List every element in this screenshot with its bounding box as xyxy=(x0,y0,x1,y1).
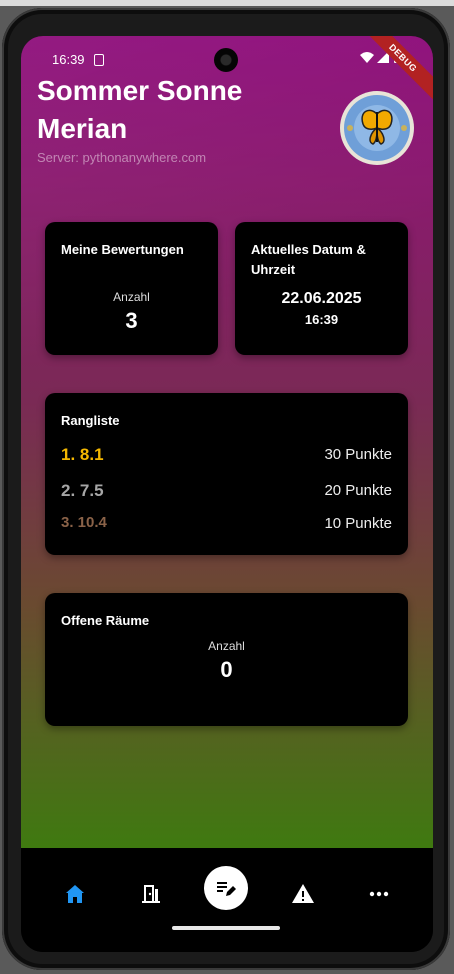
sim-icon xyxy=(94,54,104,66)
phone-frame: 16:39 DEBUG Sommer Sonne Merian Server: … xyxy=(2,8,450,970)
ranking-entry: 1. 8.1 30 Punkte xyxy=(61,445,392,467)
ranking-entry-points: 10 Punkte xyxy=(324,515,392,532)
ratings-card-title: Meine Bewertungen xyxy=(61,242,184,257)
ranking-entry-points: 20 Punkte xyxy=(324,482,392,499)
datetime-card[interactable]: Aktuelles Datum & Uhrzeit 22.06.2025 16:… xyxy=(235,222,408,355)
app-title: Sommer Sonne Merian xyxy=(37,75,243,144)
open-rooms-count-label: Anzahl xyxy=(208,639,245,653)
status-time: 16:39 xyxy=(52,52,85,67)
door-icon xyxy=(142,885,160,903)
ranking-entry: 3. 10.4 10 Punkte xyxy=(61,514,392,536)
edit-note-icon xyxy=(217,882,236,896)
datetime-card-title: Aktuelles Datum & Uhrzeit xyxy=(251,242,366,277)
ranking-card-title: Rangliste xyxy=(61,413,120,428)
ranking-entry: 2. 7.5 20 Punkte xyxy=(61,481,392,503)
current-date: 22.06.2025 xyxy=(281,290,362,307)
home-indicator[interactable] xyxy=(172,926,280,930)
ranking-entry-points: 30 Punkte xyxy=(324,446,392,463)
home-icon xyxy=(66,885,84,903)
ranking-entry-name: 3. 10.4 xyxy=(61,514,107,531)
school-logo xyxy=(339,90,415,166)
open-rooms-count-value: 0 xyxy=(220,657,233,682)
ratings-card[interactable]: Meine Bewertungen Anzahl 3 xyxy=(45,222,218,355)
ranking-entry-name: 2. 7.5 xyxy=(61,481,104,500)
app-screen: 16:39 DEBUG Sommer Sonne Merian Server: … xyxy=(21,36,433,952)
status-bar: 16:39 xyxy=(21,36,433,76)
ratings-count-label: Anzahl xyxy=(113,290,150,304)
camera-cutout xyxy=(214,48,238,72)
nav-more[interactable] xyxy=(359,874,399,914)
browser-top-strip xyxy=(0,0,454,6)
warning-icon xyxy=(292,884,314,903)
nav-rate-button[interactable] xyxy=(204,866,248,910)
ratings-count-value: 3 xyxy=(125,308,138,333)
nav-rooms[interactable] xyxy=(131,874,171,914)
ranking-entry-name: 1. 8.1 xyxy=(61,445,104,464)
server-label: Server: pythonanywhere.com xyxy=(37,150,207,165)
current-time: 16:39 xyxy=(304,312,339,327)
bottom-navigation xyxy=(21,848,433,952)
open-rooms-card[interactable]: Offene Räume Anzahl 0 xyxy=(45,593,408,726)
open-rooms-card-title: Offene Räume xyxy=(61,613,150,628)
nav-warnings[interactable] xyxy=(283,874,323,914)
more-icon xyxy=(369,891,389,897)
nav-home[interactable] xyxy=(55,874,95,914)
ranking-card[interactable]: Rangliste 1. 8.1 30 Punkte 2. 7.5 20 Pun… xyxy=(45,393,408,555)
